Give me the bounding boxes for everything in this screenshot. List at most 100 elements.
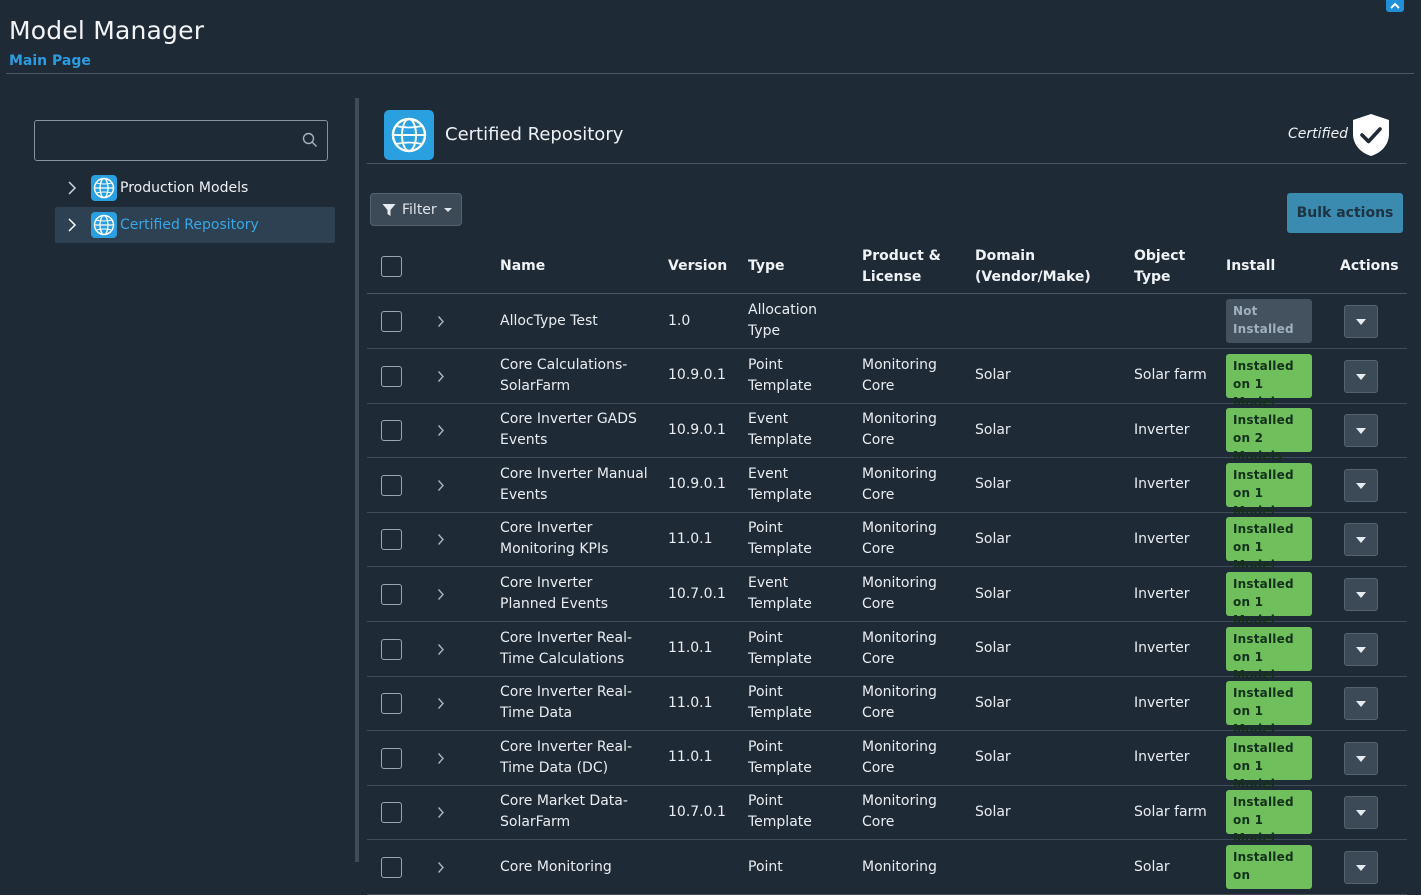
table-row: Core Inverter Planned Events 10.7.0.1 Ev… <box>367 567 1407 627</box>
chevron-right-icon[interactable] <box>437 643 445 656</box>
column-header-name[interactable]: Name <box>500 256 545 277</box>
cell-object-type: Inverter <box>1134 694 1190 711</box>
filter-button[interactable]: Filter <box>370 193 462 226</box>
row-checkbox[interactable] <box>381 802 402 824</box>
caret-down-icon <box>1356 755 1366 762</box>
cell-object-type: Inverter <box>1134 530 1190 547</box>
caret-down-icon <box>1356 482 1366 489</box>
bulk-actions-button[interactable]: Bulk actions <box>1287 193 1403 233</box>
column-header-install[interactable]: Install <box>1226 256 1275 277</box>
row-actions-dropdown-button[interactable] <box>1344 578 1378 611</box>
row-checkbox[interactable] <box>381 693 402 715</box>
table-row: Core Monitoring Point Monitoring Solar I… <box>367 840 1407 895</box>
search-icon[interactable] <box>302 132 318 148</box>
cell-type: Event Template <box>748 465 812 503</box>
row-actions-dropdown-button[interactable] <box>1344 632 1378 666</box>
column-header-object-type[interactable]: Object Type <box>1134 246 1204 288</box>
install-status-badge: Installed on 2 Models <box>1226 408 1312 463</box>
table-row: Core Inverter Real-Time Data (DC) 11.0.1… <box>367 731 1407 791</box>
chevron-right-icon[interactable] <box>67 218 87 232</box>
cell-domain: Solar <box>975 530 1011 547</box>
cell-product <box>862 294 962 348</box>
cell-domain: Solar <box>975 476 1011 493</box>
cell-version: 10.9.0.1 <box>668 421 726 438</box>
cell-product: Monitoring Core <box>862 793 937 831</box>
breadcrumb-main-page[interactable]: Main Page <box>9 53 91 69</box>
cell-version: 11.0.1 <box>668 749 713 766</box>
chevron-right-icon[interactable] <box>437 806 445 819</box>
cell-product: Monitoring Core <box>862 411 937 449</box>
caret-down-icon <box>1356 646 1366 653</box>
cell-type: Event Template <box>748 575 812 612</box>
chevron-right-icon[interactable] <box>437 697 445 710</box>
row-checkbox[interactable] <box>381 420 402 442</box>
chevron-right-icon[interactable] <box>437 752 445 765</box>
install-status-badge: Installed on 1 Model <box>1226 735 1312 791</box>
sidebar-resize-handle[interactable] <box>355 98 359 862</box>
install-status-badge: Installed on 1 Model <box>1226 353 1312 409</box>
chevron-right-icon[interactable] <box>437 424 445 437</box>
cell-name: Core Monitoring <box>500 858 612 875</box>
cell-type: Allocation Type <box>748 302 818 339</box>
panel-divider <box>367 163 1407 164</box>
cell-name: Core Market Data-SolarFarm <box>500 793 628 831</box>
cell-domain <box>975 840 1105 894</box>
chevron-right-icon[interactable] <box>437 479 445 492</box>
chevron-right-icon[interactable] <box>437 861 445 874</box>
chevron-right-icon[interactable] <box>437 533 445 546</box>
cell-domain: Solar <box>975 749 1011 766</box>
row-actions-dropdown-button[interactable] <box>1344 305 1378 338</box>
cell-type: Point Template <box>748 684 812 722</box>
row-checkbox[interactable] <box>381 474 402 496</box>
sidebar-item-production-models[interactable]: Production Models <box>55 170 335 206</box>
caret-down-icon <box>1356 865 1366 871</box>
row-checkbox[interactable] <box>381 747 402 769</box>
cell-type: Point Template <box>748 738 812 776</box>
chevron-right-icon[interactable] <box>437 315 445 328</box>
row-checkbox[interactable] <box>381 365 402 387</box>
cell-name: Core Calculations-SolarFarm <box>500 356 628 394</box>
install-status-badge: Not Installed <box>1226 299 1312 343</box>
scroll-top-button[interactable] <box>1386 0 1404 12</box>
install-status-badge: Installed on 1 Model <box>1226 790 1312 845</box>
cell-version: 11.0.1 <box>668 530 713 547</box>
install-status-badge: Installed on 1 Model <box>1226 462 1312 518</box>
column-header-product[interactable]: Product & License <box>862 246 952 288</box>
column-header-type[interactable]: Type <box>748 256 785 277</box>
sidebar-item-certified-repository[interactable]: Certified Repository <box>55 207 335 243</box>
cell-version: 10.7.0.1 <box>668 585 726 602</box>
select-all-checkbox[interactable] <box>381 256 402 277</box>
caret-down-icon <box>1356 428 1366 435</box>
column-header-domain[interactable]: Domain (Vendor/Make) <box>975 246 1095 288</box>
cell-product: Monitoring Core <box>862 575 937 612</box>
row-actions-dropdown-button[interactable] <box>1344 796 1378 830</box>
caret-down-icon <box>1356 810 1366 817</box>
row-actions-dropdown-button[interactable] <box>1344 359 1378 393</box>
cell-domain: Solar <box>975 367 1011 384</box>
chevron-right-icon[interactable] <box>437 588 445 601</box>
row-actions-dropdown-button[interactable] <box>1344 741 1378 775</box>
chevron-right-icon[interactable] <box>437 370 445 383</box>
row-checkbox[interactable] <box>381 584 402 605</box>
row-checkbox[interactable] <box>381 311 402 332</box>
table-row: Core Market Data-SolarFarm 10.7.0.1 Poin… <box>367 785 1407 845</box>
row-actions-dropdown-button[interactable] <box>1344 468 1378 502</box>
row-actions-dropdown-button[interactable] <box>1344 414 1378 448</box>
cell-product: Monitoring Core <box>862 629 937 667</box>
cell-object-type: Inverter <box>1134 585 1190 602</box>
row-checkbox[interactable] <box>381 857 402 878</box>
row-actions-dropdown-button[interactable] <box>1344 523 1378 557</box>
row-checkbox[interactable] <box>381 529 402 551</box>
cell-domain: Solar <box>975 694 1011 711</box>
column-header-version[interactable]: Version <box>668 256 727 277</box>
search-input[interactable] <box>41 127 296 154</box>
row-actions-dropdown-button[interactable] <box>1344 687 1378 721</box>
cell-name: Core Inverter Monitoring KPIs <box>500 520 609 558</box>
cell-type: Point Template <box>748 520 812 558</box>
row-checkbox[interactable] <box>381 638 402 660</box>
certified-shield-icon <box>1353 114 1389 156</box>
row-actions-dropdown-button[interactable] <box>1344 851 1378 884</box>
caret-down-icon <box>1356 592 1366 598</box>
cell-type: Event Template <box>748 411 812 449</box>
chevron-right-icon[interactable] <box>67 181 87 195</box>
